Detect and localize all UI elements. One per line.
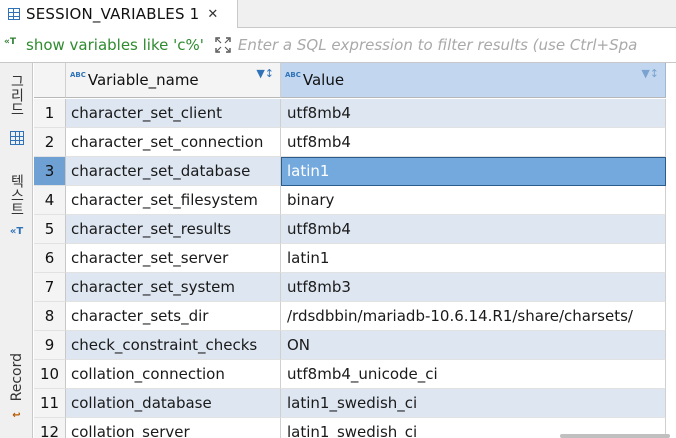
table-row[interactable]: 10 collation_connection utf8mb4_unicode_ci — [34, 360, 666, 389]
table-row[interactable]: 9 check_constraint_checks ON — [34, 331, 666, 360]
table-row[interactable]: 4 character_set_filesystem binary — [34, 186, 666, 215]
table-row[interactable]: 3 character_set_database latin1 — [34, 157, 666, 186]
row-number[interactable]: 5 — [34, 215, 66, 244]
tab-session-variables[interactable]: SESSION_VARIABLES 1 ✕ — [0, 0, 238, 28]
row-number[interactable]: 6 — [34, 244, 66, 273]
value-cell[interactable]: ON — [281, 331, 666, 360]
executed-query[interactable]: show variables like 'c%' — [26, 36, 204, 54]
sql-filter-icon: «T — [4, 37, 16, 47]
filter-input[interactable] — [237, 31, 676, 59]
value-cell[interactable]: utf8mb4 — [281, 215, 666, 244]
grid-view-icon-button[interactable] — [0, 127, 33, 149]
record-view-label: Record — [8, 352, 25, 402]
text-icon: «T — [9, 225, 24, 237]
row-number[interactable]: 11 — [34, 389, 66, 418]
value-cell[interactable]: utf8mb4 — [281, 99, 666, 128]
table-row[interactable]: 7 character_set_system utf8mb3 — [34, 273, 666, 302]
row-number[interactable]: 8 — [34, 302, 66, 331]
horizontal-scrollbar[interactable] — [560, 434, 670, 438]
row-number[interactable]: 10 — [34, 360, 66, 389]
value-cell[interactable]: latin1 — [281, 157, 666, 186]
row-number[interactable]: 7 — [34, 273, 66, 302]
value-cell[interactable]: utf8mb3 — [281, 273, 666, 302]
expand-icon[interactable] — [214, 36, 232, 54]
variable-name-cell[interactable]: character_set_database — [66, 157, 281, 186]
table-row[interactable]: 11 collation_database latin1_swedish_ci — [34, 389, 666, 418]
filter-sort-icon[interactable]: ▼↕ — [256, 67, 274, 80]
row-number[interactable]: 2 — [34, 128, 66, 157]
row-number[interactable]: 12 — [34, 418, 66, 438]
variable-name-cell[interactable]: character_set_connection — [66, 128, 281, 157]
variable-name-cell[interactable]: character_set_system — [66, 273, 281, 302]
text-view-icon-button[interactable]: «T — [0, 223, 33, 239]
value-cell[interactable]: binary — [281, 186, 666, 215]
column-label: Variable_name — [87, 71, 199, 89]
results-grid[interactable]: ABC Variable_name ▼↕ ABC Value ▼↕ 1 chara… — [34, 63, 676, 438]
variable-name-cell[interactable]: collation_server — [66, 418, 281, 438]
close-icon[interactable]: ✕ — [207, 8, 218, 21]
variable-name-cell[interactable]: character_set_filesystem — [66, 186, 281, 215]
table-icon — [8, 8, 20, 20]
row-number[interactable]: 1 — [34, 99, 66, 128]
variable-name-cell[interactable]: character_set_results — [66, 215, 281, 244]
row-number[interactable]: 4 — [34, 186, 66, 215]
table-row[interactable]: 5 character_set_results utf8mb4 — [34, 215, 666, 244]
row-number[interactable]: 3 — [34, 157, 66, 186]
table-row[interactable]: 2 character_set_connection utf8mb4 — [34, 128, 666, 157]
variable-name-cell[interactable]: character_set_server — [66, 244, 281, 273]
grid-view-label: 그리드 — [8, 74, 25, 116]
value-cell[interactable]: latin1 — [281, 244, 666, 273]
record-view-button[interactable]: Record — [0, 347, 33, 407]
value-cell[interactable]: utf8mb4 — [281, 128, 666, 157]
filter-bar: «T show variables like 'c%' — [0, 28, 676, 63]
text-view-button[interactable]: 텍스트 — [0, 167, 33, 223]
tab-title: SESSION_VARIABLES 1 — [26, 5, 200, 23]
editor-tab-bar: SESSION_VARIABLES 1 ✕ — [0, 0, 676, 28]
value-cell[interactable]: utf8mb4_unicode_ci — [281, 360, 666, 389]
variable-name-cell[interactable]: collation_connection — [66, 360, 281, 389]
record-icon-button[interactable]: ↩ — [0, 407, 33, 423]
grid-view-button[interactable]: 그리드 — [0, 67, 33, 123]
variable-name-cell[interactable]: check_constraint_checks — [66, 331, 281, 360]
value-cell[interactable]: /rdsdbbin/mariadb-10.6.14.R1/share/chars… — [281, 302, 666, 331]
column-header-value[interactable]: ABC Value ▼↕ — [281, 63, 666, 98]
string-type-icon: ABC — [70, 71, 86, 79]
variable-name-cell[interactable]: character_set_client — [66, 99, 281, 128]
row-number-header[interactable] — [34, 63, 66, 98]
table-row[interactable]: 8 character_sets_dir/rdsdbbin/mariadb-10.… — [34, 302, 666, 331]
view-switcher-strip: 그리드 텍스트 «T Record ↩ — [0, 63, 33, 438]
variable-name-cell[interactable]: character_sets_dir — [66, 302, 281, 331]
string-type-icon: ABC — [285, 71, 301, 79]
table-row[interactable]: 1 character_set_client utf8mb4 — [34, 99, 666, 128]
table-row[interactable]: 6 character_set_server latin1 — [34, 244, 666, 273]
row-number[interactable]: 9 — [34, 331, 66, 360]
variable-name-cell[interactable]: collation_database — [66, 389, 281, 418]
column-header-variable-name[interactable]: ABC Variable_name ▼↕ — [66, 63, 281, 98]
column-label: Value — [302, 71, 345, 89]
grid-icon — [9, 131, 24, 145]
filter-sort-icon[interactable]: ▼↕ — [641, 67, 659, 80]
value-cell[interactable]: latin1_swedish_ci — [281, 389, 666, 418]
text-view-label: 텍스트 — [8, 174, 25, 216]
record-icon: ↩ — [12, 409, 21, 421]
